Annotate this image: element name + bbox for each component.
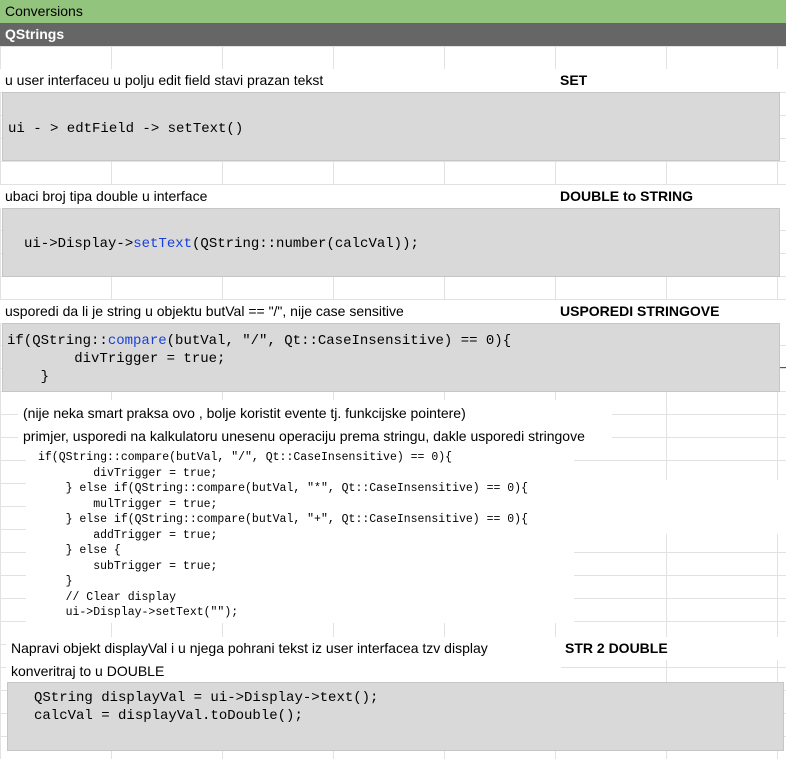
double-code: ui->Display->setText(QString::number(cal… [24,236,419,252]
set-label: SET [560,72,588,88]
compare-code-line-3: } [7,369,50,385]
str2double-description-cell[interactable]: Napravi objekt displayVal i u njega pohr… [6,637,561,660]
str2double-description: Napravi objekt displayVal i u njega pohr… [11,640,488,656]
compare-code-line-1: if(QString::compare(butVal, "/", Qt::Cas… [7,332,511,350]
str2double-code-block[interactable]: QString displayVal = ui->Display->text()… [7,682,784,751]
sheet-title-row[interactable]: Conversions [0,0,786,23]
set-label-cell[interactable]: SET [556,69,786,92]
double-description: ubaci broj tipa double u interface [5,188,208,204]
example-code: if(QString::compare(butVal, "/", Qt::Cas… [38,451,528,619]
set-description: u user interfaceu u polju edit field sta… [5,72,324,88]
compare-code-keyword: compare [107,333,167,349]
note-line-2: primjer, usporedi na kalkulatoru unesenu… [23,428,585,444]
double-label: DOUBLE to STRING [560,188,693,204]
compare-label: USPOREDI STRINGOVE [560,303,720,319]
str2double-label: STR 2 DOUBLE [565,640,668,656]
double-label-cell[interactable]: DOUBLE to STRING [556,185,786,208]
example-code-block[interactable]: if(QString::compare(butVal, "/", Qt::Cas… [26,448,574,623]
set-code-block[interactable]: ui - > edtField -> setText() [2,92,780,161]
cell-overflow-mark [780,367,786,368]
compare-code-block[interactable]: if(QString::compare(butVal, "/", Qt::Cas… [2,323,780,392]
str2double-label-cell[interactable]: STR 2 DOUBLE [561,637,786,660]
blank-cells [574,480,786,534]
double-code-block[interactable]: ui->Display->setText(QString::number(cal… [2,208,780,277]
double-code-post: (QString::number(calcVal)); [192,236,419,252]
compare-code-pre: if(QString:: [7,333,108,349]
sheet-title: Conversions [5,3,83,19]
section-header: QStrings [5,26,65,42]
str2double-description-2: konveritraj to u DOUBLE [11,663,165,679]
compare-description: usporedi da li je string u objektu butVa… [5,303,404,319]
double-description-cell[interactable]: ubaci broj tipa double u interface [0,185,556,208]
note-block[interactable]: (nije neka smart praksa ovo , bolje kori… [18,400,612,448]
str2double-code: QString displayVal = ui->Display->text()… [34,690,379,724]
set-description-cell[interactable]: u user interfaceu u polju edit field sta… [0,69,556,92]
section-header-row[interactable]: QStrings [0,23,786,46]
compare-code: if(QString::compare(butVal, "/", Qt::Cas… [7,332,511,386]
set-code: ui - > edtField -> setText() [8,121,244,137]
compare-code-line-2: divTrigger = true; [7,351,226,367]
double-code-keyword: setText [133,236,193,252]
compare-description-cell[interactable]: usporedi da li je string u objektu butVa… [0,300,556,323]
compare-code-post: (butVal, "/", Qt::CaseInsensitive) == 0)… [166,333,512,349]
str2double-description-2-cell[interactable]: konveritraj to u DOUBLE [6,660,561,683]
double-code-pre: ui->Display-> [24,236,134,252]
note-line-1: (nije neka smart praksa ovo , bolje kori… [23,405,466,421]
compare-label-cell[interactable]: USPOREDI STRINGOVE [556,300,786,323]
